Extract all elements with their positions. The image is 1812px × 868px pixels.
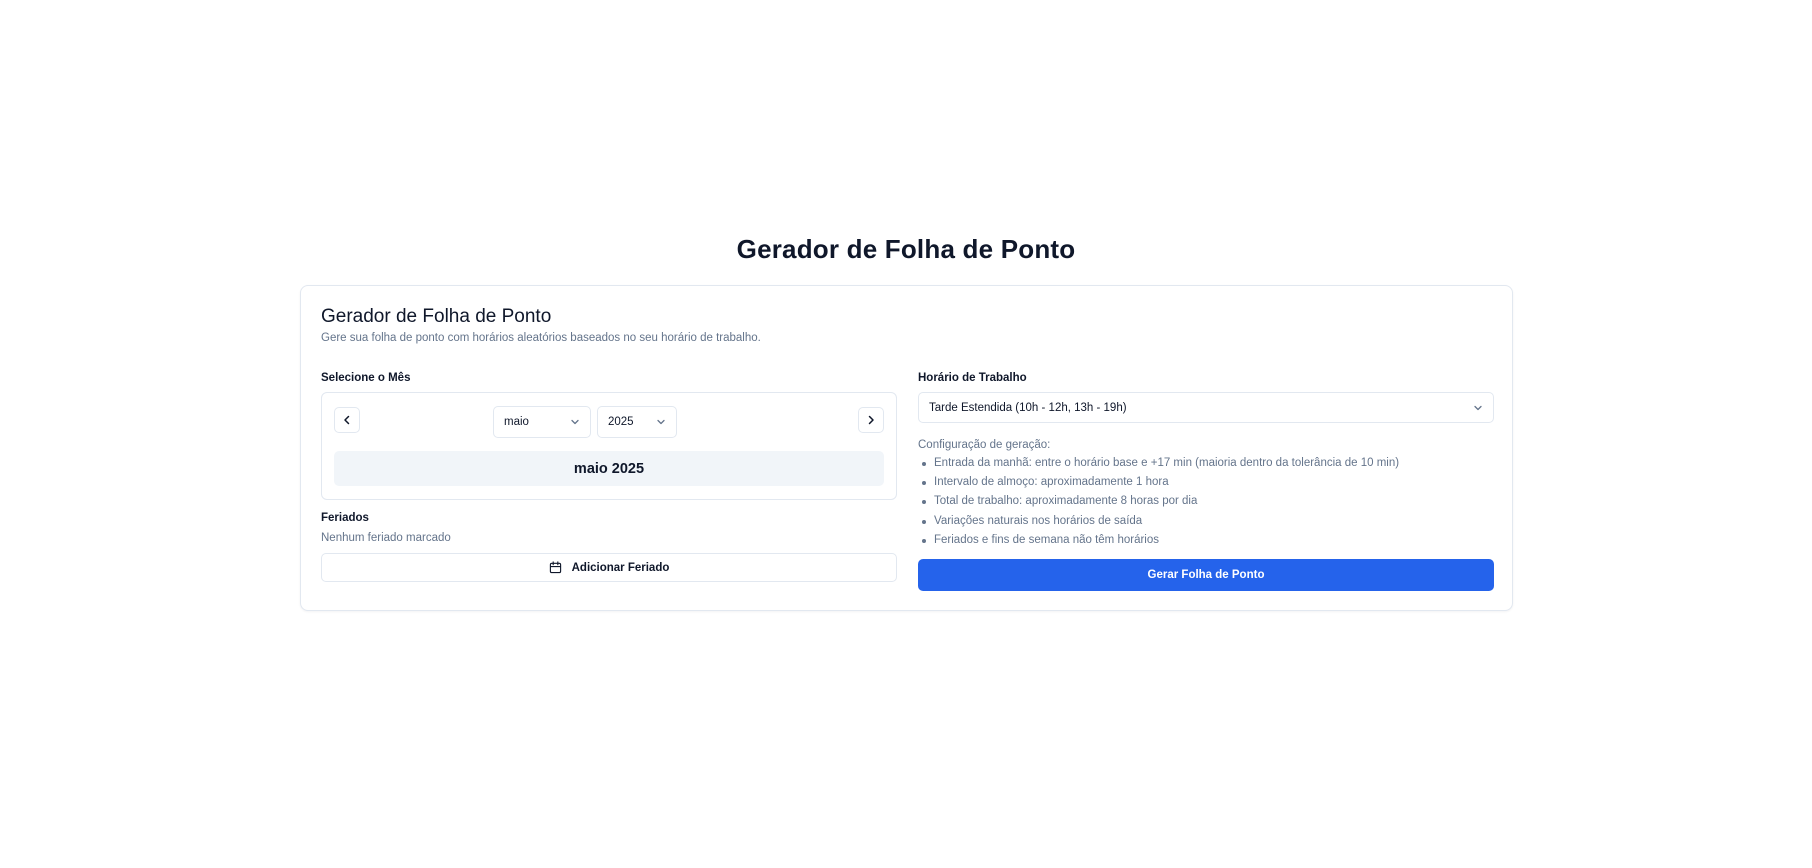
card-description: Gere sua folha de ponto com horários ale…	[321, 332, 761, 344]
chevron-right-icon	[866, 415, 876, 425]
list-item: Intervalo de almoço: aproximadamente 1 h…	[918, 473, 1399, 492]
year-select-value: 2025	[608, 416, 634, 428]
list-item: Total de trabalho: aproximadamente 8 hor…	[918, 492, 1399, 511]
generation-config-title: Configuração de geração:	[918, 439, 1051, 451]
chevron-down-icon	[570, 417, 580, 427]
calendar-icon	[549, 561, 562, 574]
generation-config-list: Entrada da manhã: entre o horário base e…	[918, 454, 1399, 550]
next-month-button[interactable]	[858, 407, 884, 433]
list-item: Feriados e fins de semana não têm horári…	[918, 531, 1399, 550]
year-select[interactable]: 2025	[597, 406, 677, 438]
holidays-empty-text: Nenhum feriado marcado	[321, 532, 451, 544]
chevron-left-icon	[342, 415, 352, 425]
card-title: Gerador de Folha de Ponto	[321, 306, 552, 327]
add-holiday-label: Adicionar Feriado	[571, 561, 670, 574]
holidays-label: Feriados	[321, 512, 369, 524]
chevron-down-icon	[1473, 403, 1483, 413]
work-schedule-select[interactable]: Tarde Estendida (10h - 12h, 13h - 19h)	[918, 392, 1494, 423]
schedule-label: Horário de Trabalho	[918, 372, 1027, 384]
work-schedule-value: Tarde Estendida (10h - 12h, 13h - 19h)	[929, 401, 1127, 414]
list-item: Variações naturais nos horários de saída	[918, 512, 1399, 531]
selected-month-display: maio 2025	[334, 451, 884, 486]
previous-month-button[interactable]	[334, 407, 360, 433]
month-select-value: maio	[504, 416, 529, 428]
timesheet-card: Gerador de Folha de Ponto Gere sua folha…	[300, 285, 1513, 611]
generate-timesheet-button[interactable]: Gerar Folha de Ponto	[918, 559, 1494, 591]
chevron-down-icon	[656, 417, 666, 427]
month-select[interactable]: maio	[493, 406, 591, 438]
month-picker: maio 2025 maio 2025	[321, 392, 897, 500]
list-item: Entrada da manhã: entre o horário base e…	[918, 454, 1399, 473]
add-holiday-button[interactable]: Adicionar Feriado	[321, 553, 897, 582]
month-section-label: Selecione o Mês	[321, 372, 411, 384]
page-title: Gerador de Folha de Ponto	[736, 234, 1076, 264]
